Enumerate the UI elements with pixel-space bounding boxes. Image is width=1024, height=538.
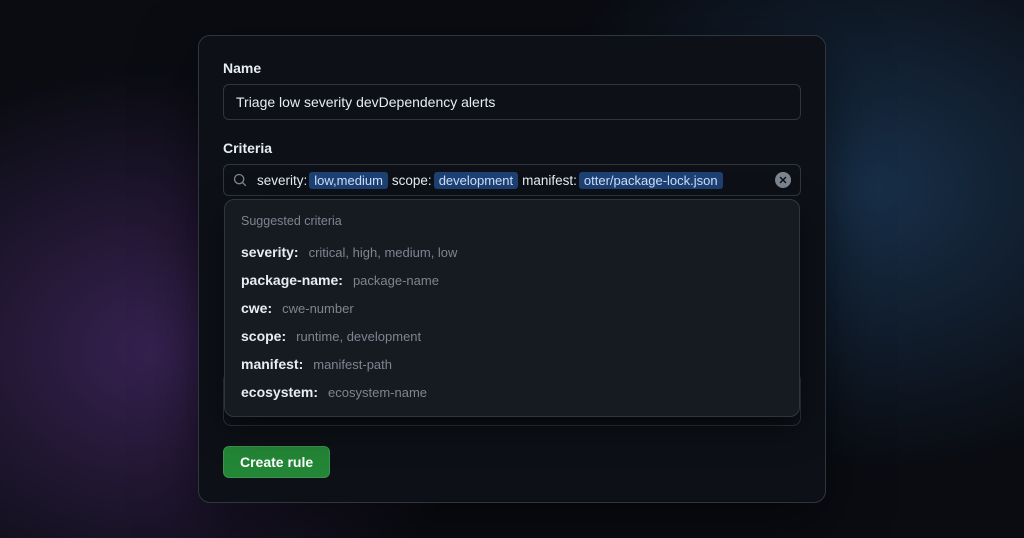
- search-icon: [233, 173, 247, 187]
- suggestion-hint: cwe-number: [282, 301, 354, 316]
- suggestion-scope[interactable]: scope: runtime, development: [241, 322, 783, 350]
- criteria-section: Criteria severity: low,medium scope: dev…: [223, 140, 801, 196]
- suggestion-hint: manifest-path: [313, 357, 392, 372]
- token-key: severity:: [254, 173, 308, 188]
- suggestion-key: package-name:: [241, 272, 343, 288]
- suggestion-severity[interactable]: severity: critical, high, medium, low: [241, 238, 783, 266]
- suggestions-title: Suggested criteria: [241, 214, 783, 228]
- token-value[interactable]: low,medium: [309, 172, 388, 189]
- suggestion-key: manifest:: [241, 356, 303, 372]
- suggestion-ecosystem[interactable]: ecosystem: ecosystem-name: [241, 378, 783, 406]
- clear-icon[interactable]: [775, 172, 791, 188]
- criteria-input[interactable]: severity: low,medium scope: development …: [223, 164, 801, 196]
- suggestion-package-name[interactable]: package-name: package-name: [241, 266, 783, 294]
- token-key: manifest:: [519, 173, 578, 188]
- suggestion-manifest[interactable]: manifest: manifest-path: [241, 350, 783, 378]
- rule-form-panel: Name Criteria severity: low,medium scope…: [198, 35, 826, 503]
- suggestion-key: scope:: [241, 328, 286, 344]
- name-input[interactable]: [223, 84, 801, 120]
- token-key: scope:: [389, 173, 433, 188]
- criteria-suggestions-popover: Suggested criteria severity: critical, h…: [224, 199, 800, 417]
- suggestion-hint: package-name: [353, 273, 439, 288]
- suggestion-hint: ecosystem-name: [328, 385, 427, 400]
- create-rule-button[interactable]: Create rule: [223, 446, 330, 478]
- token-value[interactable]: development: [434, 172, 518, 189]
- criteria-label: Criteria: [223, 140, 801, 156]
- name-label: Name: [223, 60, 801, 76]
- suggestion-hint: critical, high, medium, low: [309, 245, 458, 260]
- suggestion-key: ecosystem:: [241, 384, 318, 400]
- suggestion-hint: runtime, development: [296, 329, 421, 344]
- criteria-tokens: severity: low,medium scope: development …: [254, 172, 723, 189]
- token-value[interactable]: otter/package-lock.json: [579, 172, 723, 189]
- suggestion-key: cwe:: [241, 300, 272, 316]
- suggestion-key: severity:: [241, 244, 299, 260]
- suggestion-cwe[interactable]: cwe: cwe-number: [241, 294, 783, 322]
